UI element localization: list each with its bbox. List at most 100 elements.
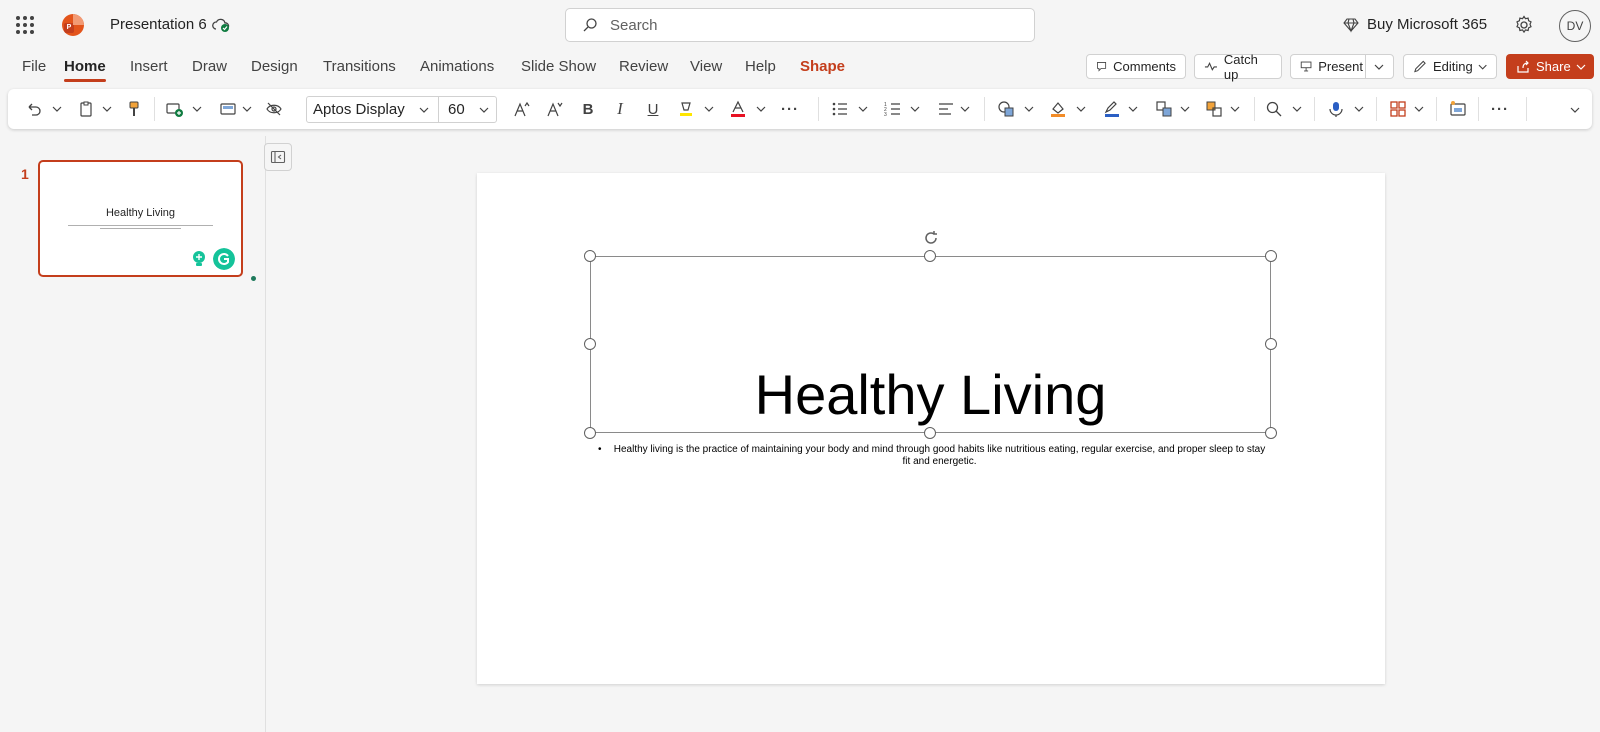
layout-chevron-icon[interactable] [242,102,252,116]
editing-mode-button[interactable]: Editing [1403,54,1497,79]
quick-styles-chevron-icon[interactable] [1230,102,1240,116]
resize-handle-left[interactable] [584,338,596,350]
shape-outline-chevron-icon[interactable] [1128,102,1138,116]
format-painter-icon[interactable] [124,99,144,119]
slide-title[interactable]: Healthy Living [590,362,1271,427]
rotate-handle-icon[interactable] [922,229,940,247]
arrange-icon[interactable] [1154,99,1174,119]
align-chevron-icon[interactable] [960,102,970,116]
present-icon [1300,61,1312,72]
shape-outline-icon[interactable] [1102,99,1122,119]
settings-gear-icon[interactable] [1514,15,1534,35]
resize-handle-bottom-right[interactable] [1265,427,1277,439]
ribbon-separator [1478,97,1479,121]
pencil-icon [1414,60,1426,73]
shape-fill-chevron-icon[interactable] [1076,102,1086,116]
more-font-options-button[interactable]: ··· [780,99,800,119]
highlight-icon[interactable] [676,99,696,119]
numbering-chevron-icon[interactable] [910,102,920,116]
layout-icon[interactable] [218,99,238,119]
underline-button[interactable]: U [643,99,663,119]
quick-styles-icon[interactable] [1204,99,1224,119]
ribbon-toolbar: Aptos Display 60 B I U ··· 123 ··· [8,89,1592,129]
align-icon[interactable] [936,99,956,119]
title-bar: P Presentation 6 Search Buy Microsoft 36… [0,0,1600,50]
user-avatar[interactable]: DV [1559,10,1591,42]
resize-handle-top-right[interactable] [1265,250,1277,262]
tab-view[interactable]: View [690,58,722,75]
catch-up-button[interactable]: Catch up [1194,52,1282,82]
add-ins-icon[interactable] [1388,99,1408,119]
font-size-chevron-icon[interactable] [479,103,489,117]
grammarly-icon[interactable] [213,248,235,270]
clipboard-chevron-icon[interactable] [102,102,112,116]
bullets-chevron-icon[interactable] [858,102,868,116]
expand-ribbon-chevron-icon[interactable] [1570,103,1580,117]
arrange-chevron-icon[interactable] [1180,102,1190,116]
tab-shape[interactable]: Shape [800,58,845,75]
tab-design[interactable]: Design [251,58,298,75]
bold-button[interactable]: B [578,99,598,119]
comments-button[interactable]: Comments [1086,54,1186,79]
italic-button[interactable]: I [610,99,630,119]
shapes-icon[interactable] [996,99,1016,119]
font-size-input[interactable]: 60 [438,96,497,123]
find-chevron-icon[interactable] [1292,102,1302,116]
share-button[interactable]: Share [1506,54,1594,79]
dictate-microphone-icon[interactable] [1326,99,1346,119]
tab-draw[interactable]: Draw [192,58,227,75]
tab-file[interactable]: File [22,58,46,75]
ribbon-separator [154,97,155,121]
ribbon-separator [1376,97,1377,121]
tab-review[interactable]: Review [619,58,668,75]
present-button[interactable]: Present [1290,54,1394,79]
shape-fill-icon[interactable] [1048,99,1068,119]
slide-number: 1 [21,166,29,182]
clipboard-icon[interactable] [76,99,96,119]
tab-help[interactable]: Help [745,58,776,75]
editing-chevron-icon [1478,64,1487,70]
cloud-saved-icon[interactable] [212,17,230,33]
share-icon [1517,60,1529,73]
app-launcher-icon[interactable] [16,16,34,34]
resize-handle-top-left[interactable] [584,250,596,262]
tab-insert[interactable]: Insert [130,58,168,75]
shapes-chevron-icon[interactable] [1024,102,1034,116]
resize-handle-bottom[interactable] [924,427,936,439]
decrease-font-size-icon[interactable] [545,99,565,119]
tab-slide-show[interactable]: Slide Show [521,58,596,75]
more-options-button[interactable]: ··· [1490,99,1510,119]
undo-icon[interactable] [24,99,44,119]
numbering-icon[interactable]: 123 [883,99,903,119]
new-slide-icon[interactable] [164,99,184,119]
font-name-input[interactable]: Aptos Display [306,96,439,123]
font-color-chevron-icon[interactable] [756,102,766,116]
dictate-chevron-icon[interactable] [1354,102,1364,116]
highlight-chevron-icon[interactable] [704,102,714,116]
search-box[interactable]: Search [565,8,1035,42]
tab-home[interactable]: Home [64,58,106,82]
font-name-chevron-icon[interactable] [419,103,429,117]
tab-transitions[interactable]: Transitions [323,58,396,75]
font-color-icon[interactable] [728,99,748,119]
slide-thumbnail[interactable]: Healthy Living [38,160,243,277]
tab-animations[interactable]: Animations [420,58,494,75]
undo-chevron-icon[interactable] [52,102,62,116]
hide-slide-icon[interactable] [264,99,284,119]
find-icon[interactable] [1264,99,1284,119]
increase-font-size-icon[interactable] [512,99,532,119]
resize-handle-right[interactable] [1265,338,1277,350]
new-slide-chevron-icon[interactable] [192,102,202,116]
thumbnail-text-line [100,228,181,229]
resize-handle-top[interactable] [924,250,936,262]
slide-body-text[interactable]: Healthy living is the practice of mainta… [612,444,1267,468]
document-title[interactable]: Presentation 6 [110,16,207,33]
lightbulb-icon[interactable] [188,248,210,270]
bullets-icon[interactable] [830,99,850,119]
collapse-pane-button[interactable] [264,143,292,171]
designer-icon[interactable] [1448,99,1468,119]
present-dropdown-chevron-icon[interactable] [1373,60,1385,74]
buy-microsoft-365-button[interactable]: Buy Microsoft 365 [1343,16,1487,33]
resize-handle-bottom-left[interactable] [584,427,596,439]
add-ins-chevron-icon[interactable] [1414,102,1424,116]
